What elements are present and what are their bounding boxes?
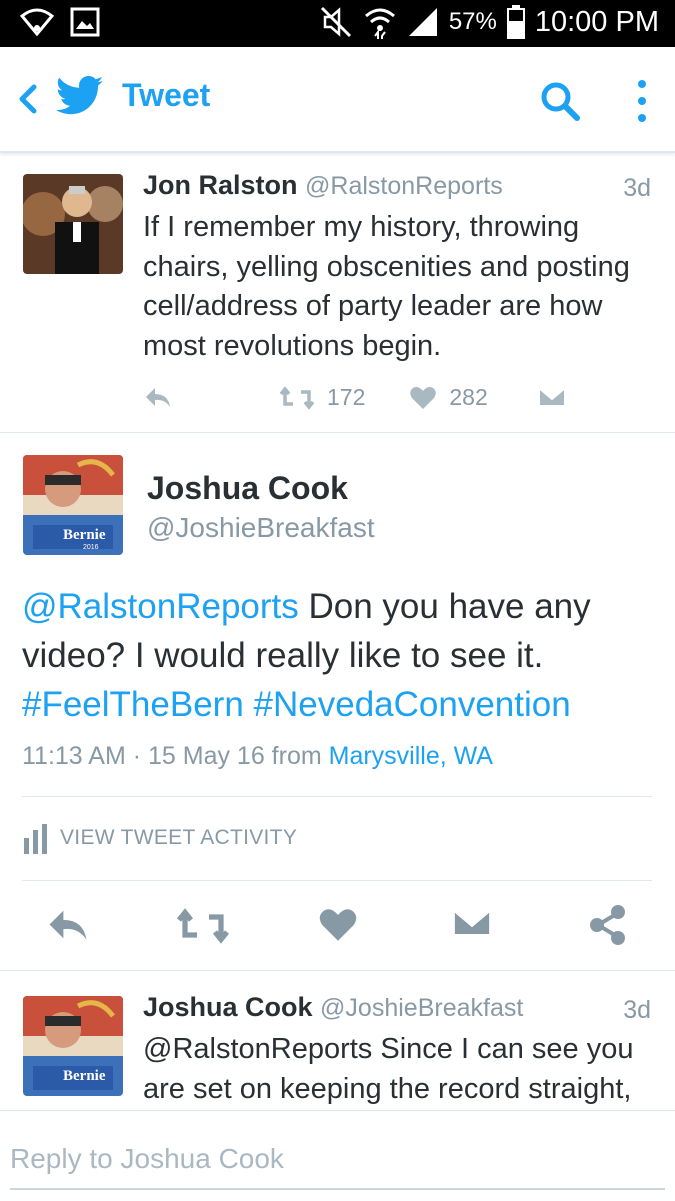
tweet-text: @RalstonReports Don you have any video? … bbox=[22, 582, 662, 729]
tweet-text: If I remember my history, throwing chair… bbox=[143, 211, 630, 362]
retweet-icon[interactable] bbox=[279, 385, 315, 410]
reply-input-underline bbox=[10, 1188, 665, 1190]
author-handle[interactable]: @JoshieBreakfast bbox=[147, 512, 375, 544]
reply-button[interactable] bbox=[44, 906, 92, 951]
app-bar: Tweet bbox=[0, 47, 675, 153]
author-name[interactable]: Joshua Cook bbox=[143, 992, 313, 1022]
twitter-bird-icon bbox=[56, 76, 104, 115]
reply-icon[interactable] bbox=[143, 385, 173, 411]
heart-icon[interactable] bbox=[409, 385, 437, 411]
hashtag-link[interactable]: #NevedaConvention bbox=[254, 685, 571, 724]
main-tweet-actions bbox=[0, 898, 675, 958]
wifi-data-icon bbox=[364, 8, 395, 39]
share-button[interactable] bbox=[588, 904, 628, 951]
author-line: Jon Ralston @RalstonReports bbox=[143, 170, 503, 201]
more-options-icon[interactable] bbox=[632, 77, 652, 125]
timestamp: 11:13 AM · 15 May 16 from bbox=[22, 742, 329, 770]
reply-icon bbox=[49, 910, 87, 940]
bar-chart-icon bbox=[24, 824, 47, 854]
mute-icon bbox=[320, 6, 351, 38]
heart-icon bbox=[319, 909, 357, 941]
author-name[interactable]: Jon Ralston bbox=[143, 170, 298, 200]
search-icon[interactable] bbox=[538, 79, 582, 123]
hashtag-link[interactable]: #FeelTheBern bbox=[22, 685, 244, 724]
signal-icon bbox=[408, 8, 437, 36]
retweet-count: 172 bbox=[327, 384, 366, 410]
tweet-age: 3d bbox=[623, 996, 651, 1024]
tweet-actions: 172 282 bbox=[143, 384, 566, 411]
share-icon bbox=[590, 905, 625, 945]
direct-message-icon bbox=[452, 908, 492, 937]
mention-link[interactable]: @RalstonReports bbox=[22, 587, 299, 626]
like-button[interactable] bbox=[318, 906, 358, 949]
retweet-icon bbox=[176, 908, 230, 944]
author-name[interactable]: Joshua Cook bbox=[147, 470, 348, 507]
reply-input[interactable]: Reply to Joshua Cook bbox=[10, 1143, 284, 1175]
direct-message-button[interactable] bbox=[452, 906, 492, 947]
author-handle[interactable]: @RalstonReports bbox=[305, 172, 503, 200]
clock: 10:00 PM bbox=[534, 5, 659, 38]
author-line: Joshua Cook @JoshieBreakfast bbox=[143, 992, 523, 1023]
avatar-year: 2016 bbox=[83, 544, 99, 551]
like-count: 282 bbox=[449, 384, 488, 410]
status-bar: 57% 10:00 PM bbox=[0, 0, 675, 47]
battery-icon bbox=[506, 5, 525, 39]
view-tweet-activity-link[interactable]: VIEW TWEET ACTIVITY bbox=[22, 822, 297, 854]
avatar-caption: Bernie bbox=[63, 1068, 106, 1084]
divider bbox=[22, 880, 652, 881]
divider bbox=[0, 432, 675, 433]
back-chevron-icon[interactable] bbox=[12, 79, 42, 119]
wifi-icon bbox=[19, 8, 55, 37]
avatar[interactable]: Bernie bbox=[23, 996, 123, 1096]
activity-label: VIEW TWEET ACTIVITY bbox=[60, 826, 298, 849]
divider bbox=[0, 970, 675, 971]
avatar[interactable] bbox=[23, 174, 123, 274]
page-title: Tweet bbox=[122, 77, 211, 113]
avatar-caption: Bernie bbox=[63, 527, 106, 543]
tweet-age: 3d bbox=[623, 174, 651, 202]
avatar[interactable]: Bernie 2016 bbox=[23, 455, 123, 555]
image-icon bbox=[70, 7, 100, 37]
location-link[interactable]: Marysville, WA bbox=[329, 742, 493, 770]
retweet-button[interactable] bbox=[176, 908, 230, 949]
divider bbox=[22, 796, 652, 797]
author-handle[interactable]: @JoshieBreakfast bbox=[320, 994, 523, 1022]
tweet-meta: 11:13 AM · 15 May 16 from Marysville, WA bbox=[22, 742, 493, 771]
direct-message-icon[interactable] bbox=[537, 386, 566, 410]
battery-percent: 57% bbox=[448, 8, 497, 35]
tweet-text: @RalstonReports Since I can see you are … bbox=[143, 1033, 634, 1105]
